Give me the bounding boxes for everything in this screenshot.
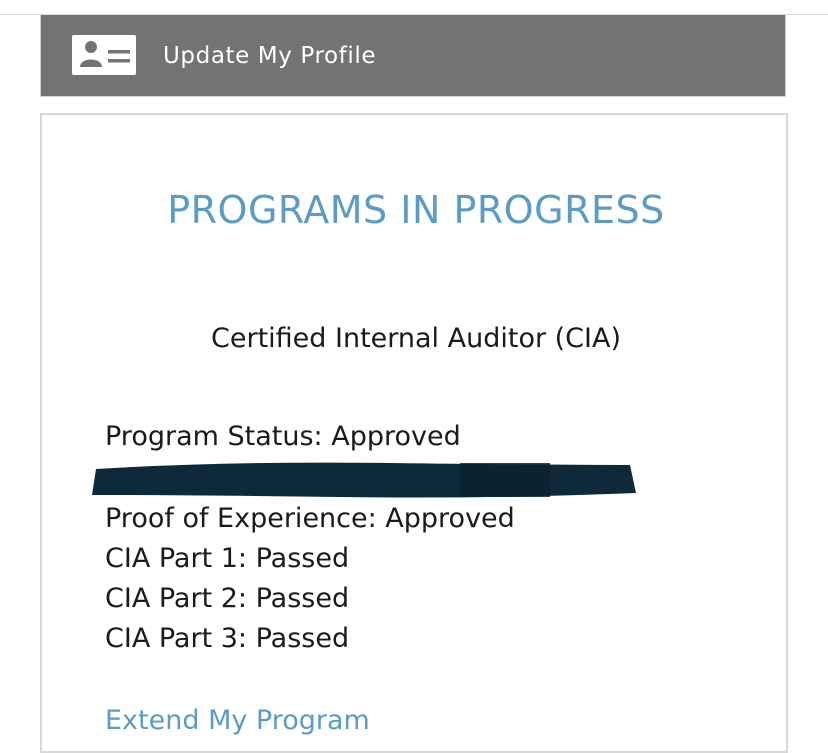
programs-heading: PROGRAMS IN PROGRESS [167,188,665,232]
cia-part-2-status: CIA Part 2: Passed [105,583,350,614]
program-status: Program Status: Approved [105,421,461,452]
extend-program-link[interactable]: Extend My Program [105,703,370,739]
cia-part-3-status: CIA Part 3: Passed [105,623,350,654]
redaction-mark [92,462,636,498]
proof-of-experience-status: Proof of Experience: Approved [105,503,515,534]
update-profile-button[interactable]: Update My Profile [40,15,786,97]
update-profile-label: Update My Profile [163,43,377,69]
programs-card: PROGRAMS IN PROGRESS Certified Internal … [40,113,788,753]
cia-part-1-status: CIA Part 1: Passed [105,543,350,574]
program-name: Certified Internal Auditor (CIA) [211,323,621,354]
profile-card-icon [72,35,136,75]
